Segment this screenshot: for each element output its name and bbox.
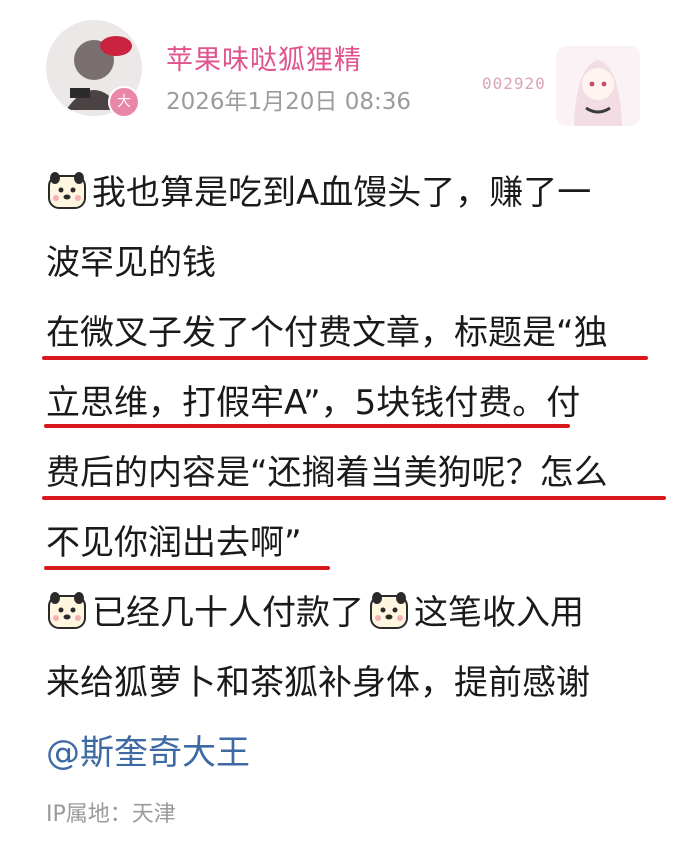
post-content: 我也算是吃到A血馒头了，赚了一 波罕见的钱 在微叉子发了个付费文章，标题是“独 … bbox=[42, 158, 666, 788]
dog-emoji-icon bbox=[368, 584, 410, 629]
post-timestamp: 2026年1月20日 08:36 bbox=[166, 89, 412, 115]
red-underline bbox=[44, 566, 330, 570]
dog-emoji-icon bbox=[46, 164, 88, 209]
content-line: 立思维，打假牢A”，5块钱付费。付 bbox=[44, 368, 656, 438]
decoration-anime-icon bbox=[556, 46, 640, 126]
dog-emoji-icon bbox=[46, 584, 88, 629]
content-line: 在微叉子发了个付费文章，标题是“独 bbox=[42, 298, 656, 368]
content-text: 不见你润出去啊” bbox=[46, 523, 302, 563]
red-underline bbox=[42, 496, 666, 500]
content-line: @斯奎奇大王 bbox=[46, 718, 656, 788]
content-line: 费后的内容是“还搁着当美狗呢？怎么 bbox=[42, 438, 666, 508]
ip-location: IP属地：天津 bbox=[46, 802, 176, 827]
content-text: 在微叉子发了个付费文章，标题是“独 bbox=[46, 313, 608, 353]
content-text: 已经几十人付款了 bbox=[92, 593, 364, 633]
verified-badge: 大 bbox=[108, 86, 140, 118]
content-line: 来给狐萝卜和茶狐补身体，提前感谢 bbox=[46, 648, 656, 718]
decoration-number: 002920 bbox=[482, 74, 546, 93]
content-line: 不见你润出去啊” bbox=[44, 508, 656, 578]
content-text: 费后的内容是“还搁着当美狗呢？怎么 bbox=[46, 453, 608, 493]
red-underline bbox=[42, 356, 648, 360]
content-text: 我也算是吃到A血馒头了，赚了一 bbox=[92, 173, 592, 213]
content-line: 波罕见的钱 bbox=[46, 228, 656, 298]
content-text: 这笔收入用 bbox=[414, 593, 584, 633]
red-underline bbox=[44, 424, 570, 428]
content-line: 已经几十人付款了 这笔收入用 bbox=[46, 578, 656, 648]
content-text: 来给狐萝卜和茶狐补身体，提前感谢 bbox=[46, 663, 590, 703]
mention-link[interactable]: @斯奎奇大王 bbox=[46, 733, 250, 773]
content-text: 立思维，打假牢A”，5块钱付费。付 bbox=[46, 383, 581, 423]
content-line: 我也算是吃到A血馒头了，赚了一 bbox=[46, 158, 656, 228]
content-text: 波罕见的钱 bbox=[46, 243, 216, 283]
username[interactable]: 苹果味哒狐狸精 bbox=[166, 38, 362, 77]
post-header: 大 苹果味哒狐狸精 2026年1月20日 08:36 002920 bbox=[0, 0, 687, 140]
